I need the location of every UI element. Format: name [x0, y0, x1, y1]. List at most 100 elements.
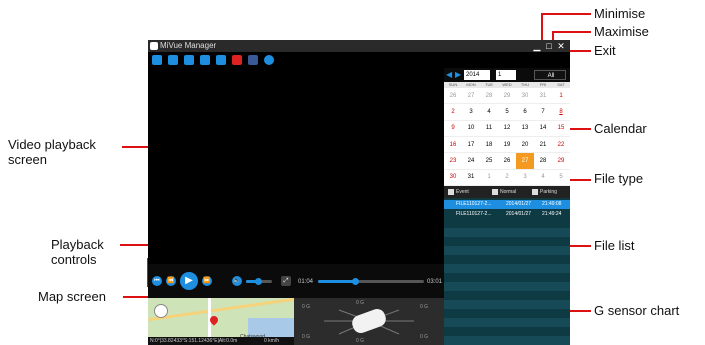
calendar-day[interactable]: 5: [498, 104, 516, 121]
settings-icon[interactable]: [264, 55, 274, 65]
file-time: 21:49:24: [542, 211, 562, 217]
calendar-day[interactable]: 24: [462, 153, 480, 170]
calendar-day[interactable]: 3: [462, 104, 480, 121]
next-month-icon[interactable]: ▶: [455, 71, 461, 79]
checkbox-icon[interactable]: [448, 188, 454, 195]
calendar-day[interactable]: 10: [462, 121, 480, 137]
calendar-grid: 26 27 28 29 30 31 1 2 3 4 5 6 7 8 9 10 11 12 13 14 15 16 17 18 1…: [444, 88, 570, 186]
calendar-day[interactable]: 29: [552, 153, 570, 170]
calendar-day[interactable]: 20: [516, 137, 534, 154]
calendar-day[interactable]: 31: [534, 88, 552, 105]
fast-forward-button[interactable]: ⏩: [202, 276, 212, 286]
calendar-day[interactable]: 3: [516, 170, 534, 186]
calendar-day[interactable]: 8: [552, 104, 570, 121]
gps-icon[interactable]: [216, 55, 226, 65]
calendar-day[interactable]: 28: [480, 88, 498, 105]
toolbar: [148, 52, 444, 68]
playback-controls: ⏮ ⏪ ▶ ⏩ 🔈 ⤢ 01:04 03:01: [148, 264, 444, 298]
calendar-day[interactable]: 28: [534, 153, 552, 170]
close-button[interactable]: ✕: [556, 41, 566, 51]
calendar-callout: Calendar: [594, 121, 647, 136]
calendar-day[interactable]: 22: [552, 137, 570, 154]
facebook-icon[interactable]: [248, 55, 258, 65]
g-label: 0 G: [302, 334, 311, 340]
calendar-day[interactable]: 30: [516, 88, 534, 105]
g-label: 0 G: [420, 334, 429, 340]
calendar-day[interactable]: 2: [444, 104, 462, 121]
save-icon[interactable]: [184, 55, 194, 65]
maximise-callout: Maximise: [594, 24, 649, 39]
youtube-icon[interactable]: [232, 55, 242, 65]
minimise-button[interactable]: ▁: [532, 41, 542, 51]
calendar-day[interactable]: 6: [516, 104, 534, 121]
calendar-day[interactable]: 14: [534, 121, 552, 137]
all-button[interactable]: All: [534, 70, 566, 80]
file-type-event[interactable]: Event: [448, 188, 469, 196]
calendar-header: ◀ ▶ 2014 1 All: [444, 68, 570, 82]
calendar-day[interactable]: 13: [516, 121, 534, 137]
minimise-leader-v: [541, 13, 543, 43]
previous-file-button[interactable]: ⏮: [152, 276, 162, 286]
video-callout: Video playback screen: [8, 137, 96, 167]
calendar-day[interactable]: 9: [444, 121, 462, 137]
folder-icon[interactable]: [152, 55, 162, 65]
gps-coordinates: N:0°|33.82433°S:151.12436°E|Alt:0.0m: [150, 338, 238, 344]
file-type-label: Parking: [540, 189, 557, 195]
maximise-button[interactable]: □: [544, 41, 554, 51]
file-row[interactable]: FILE110127-2... 2014/01/27 21:49:24: [444, 210, 570, 219]
calendar-day[interactable]: 1: [480, 170, 498, 186]
calendar-day[interactable]: 26: [498, 153, 516, 170]
year-select[interactable]: 2014: [464, 70, 490, 80]
print-icon[interactable]: [168, 55, 178, 65]
empty-row: [444, 336, 570, 345]
file-type-normal[interactable]: Normal: [492, 188, 516, 196]
calendar-day[interactable]: 1: [552, 88, 570, 105]
volume-icon[interactable]: 🔈: [232, 276, 242, 286]
progress-fill: [318, 280, 356, 283]
app-logo-icon: [150, 42, 158, 50]
calendar-day[interactable]: 21: [534, 137, 552, 154]
total-time: 03:01: [427, 279, 443, 285]
video-playback-screen[interactable]: [148, 68, 444, 264]
calendar-day[interactable]: 26: [444, 88, 462, 105]
file-type-parking[interactable]: Parking: [532, 188, 557, 196]
calendar-day[interactable]: 5: [552, 170, 570, 186]
calendar-day[interactable]: 2: [498, 170, 516, 186]
calendar-day[interactable]: 4: [534, 170, 552, 186]
file-row[interactable]: FILE110127-2... 2014/01/27 21:49:08: [444, 200, 570, 209]
calendar-day[interactable]: 15: [552, 121, 570, 137]
calendar-day[interactable]: 16: [444, 137, 462, 154]
calendar-day[interactable]: 27: [462, 88, 480, 105]
exit-callout: Exit: [594, 43, 616, 58]
calendar-day[interactable]: 4: [480, 104, 498, 121]
calendar-day[interactable]: 11: [480, 121, 498, 137]
speed-readout: 0 km/h: [264, 338, 280, 344]
volume-slider-knob[interactable]: [254, 278, 262, 285]
month-select[interactable]: 1: [496, 70, 516, 80]
calendar-day[interactable]: 29: [498, 88, 516, 105]
file-name: FILE110127-2...: [456, 201, 492, 207]
elapsed-time: 01:04: [298, 279, 314, 285]
calendar-day[interactable]: 18: [480, 137, 498, 154]
map-pan-control[interactable]: [154, 304, 168, 318]
calendar-day[interactable]: 23: [444, 153, 462, 170]
checkbox-icon[interactable]: [492, 188, 498, 195]
prev-month-icon[interactable]: ◀: [446, 71, 452, 79]
empty-row: [444, 318, 570, 327]
checkbox-icon[interactable]: [532, 188, 538, 195]
file-type-label: Normal: [500, 189, 517, 195]
play-button[interactable]: ▶: [180, 272, 198, 290]
calendar-day[interactable]: 7: [534, 104, 552, 121]
calendar-day[interactable]: 12: [498, 121, 516, 137]
calendar-day[interactable]: 30: [444, 170, 462, 186]
fullscreen-icon[interactable]: ⤢: [281, 276, 291, 286]
calendar-day[interactable]: 17: [462, 137, 480, 154]
calendar-day[interactable]: 25: [480, 153, 498, 170]
progress-knob[interactable]: [352, 278, 360, 285]
calendar-day[interactable]: 27: [516, 153, 534, 170]
file-date: 2014/01/27: [506, 211, 532, 217]
calendar-day[interactable]: 31: [462, 170, 480, 186]
calendar-day[interactable]: 19: [498, 137, 516, 154]
camera-icon[interactable]: [200, 55, 210, 65]
rewind-button[interactable]: ⏪: [166, 276, 176, 286]
